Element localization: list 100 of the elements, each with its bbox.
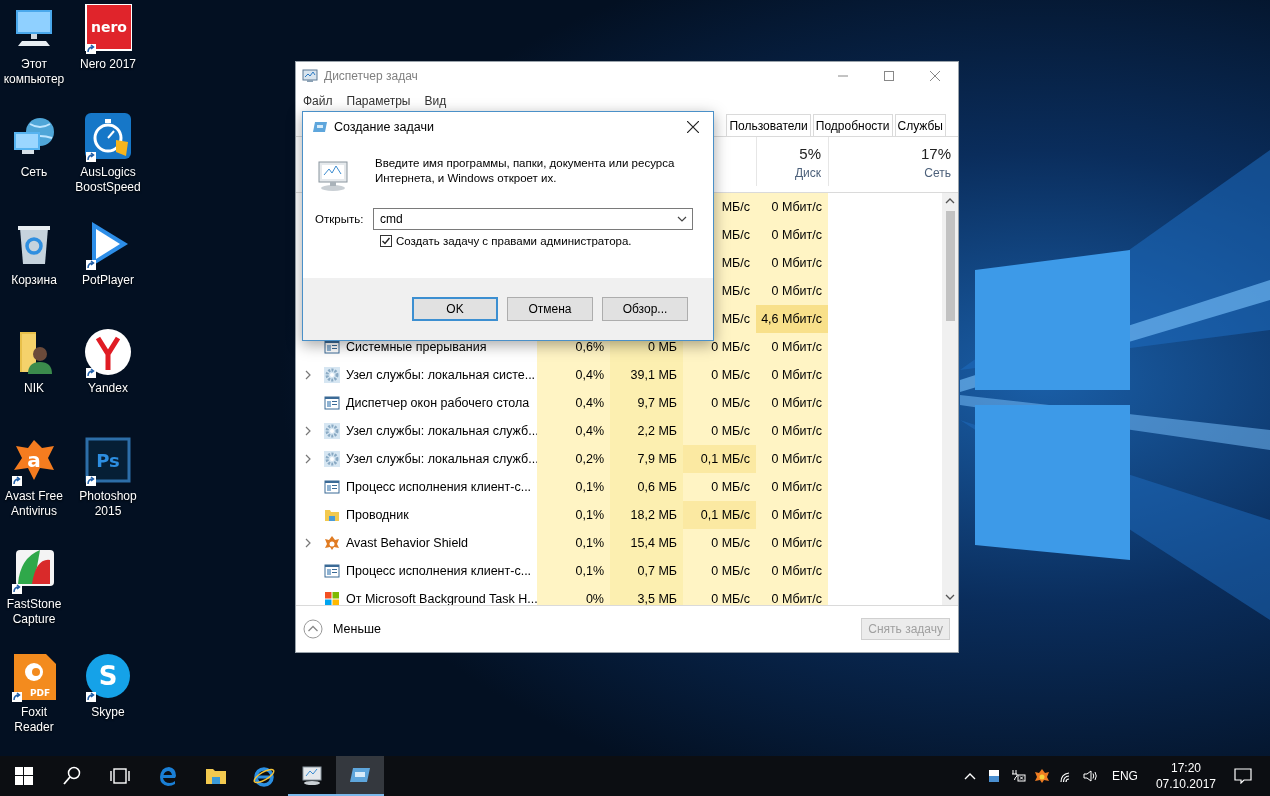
shortcut-arrow-icon <box>86 152 96 162</box>
tab[interactable]: Службы <box>894 114 946 136</box>
network-value: 0 Мбит/с <box>771 228 822 242</box>
desktop-icon-label[interactable]: FastStone Capture <box>0 597 68 627</box>
desktop-icon-label[interactable]: Photoshop 2015 <box>72 489 144 519</box>
desktop-icon-label[interactable]: Avast Free Antivirus <box>0 489 68 519</box>
ok-button[interactable]: OK <box>412 297 498 321</box>
desktop-icon-label[interactable]: Сеть <box>20 165 48 180</box>
maximize-icon[interactable] <box>884 71 894 81</box>
monitor-icon <box>302 69 318 83</box>
window-icon <box>324 563 340 579</box>
run-window-icon <box>312 121 328 133</box>
gear-icon <box>324 423 340 439</box>
cpu-value: 0,6% <box>575 340 604 354</box>
cpu-value: 0,1% <box>575 480 604 494</box>
memory-value: 9,7 МБ <box>637 396 677 410</box>
gear-icon <box>324 451 340 467</box>
shortcut-arrow-icon <box>86 44 96 54</box>
process-name[interactable]: Проводник <box>346 508 409 522</box>
network-value: 0 Мбит/с <box>771 284 822 298</box>
network-value: 4,6 Мбит/с <box>761 312 822 326</box>
disk-value: 0,1 МБ/с <box>700 508 750 522</box>
tiles-icon <box>324 591 340 605</box>
menu-item[interactable]: Параметры <box>346 94 411 108</box>
shortcut-arrow-icon <box>86 368 96 378</box>
memory-value: 7,9 МБ <box>637 452 677 466</box>
windows-logo-icon[interactable] <box>12 764 36 788</box>
cancel-button[interactable]: Отмена <box>507 297 593 321</box>
process-name[interactable]: От Microsoft Background Task H... <box>346 592 537 605</box>
memory-value: 18,2 МБ <box>630 508 677 522</box>
scroll-down-icon[interactable] <box>945 594 955 600</box>
checkbox[interactable] <box>380 235 392 247</box>
process-name[interactable]: Процесс исполнения клиент-с... <box>346 480 532 494</box>
network-value: 0 Мбит/с <box>771 368 822 382</box>
taskbar-button[interactable] <box>336 756 384 796</box>
scrollbar[interactable] <box>942 193 958 605</box>
scrollbar-thumb[interactable] <box>945 211 955 321</box>
memory-value: 0,6 МБ <box>637 480 677 494</box>
desktop-icon-label[interactable]: Этот компьютер <box>0 57 68 87</box>
process-name[interactable]: Диспетчер окон рабочего стола <box>346 396 530 410</box>
disk-value: МБ/с <box>721 256 750 270</box>
process-name[interactable]: Узел службы: локальная служб... <box>346 452 537 466</box>
column-label: Сеть <box>924 166 951 180</box>
checkbox-label[interactable]: Создать задачу с правами администратора. <box>396 235 632 247</box>
plug-icon[interactable] <box>1009 768 1026 784</box>
shortcut-arrow-icon <box>12 692 22 702</box>
cpu-value: 0,1% <box>575 536 604 550</box>
process-name[interactable]: Avast Behavior Shield <box>346 536 469 550</box>
speaker-icon[interactable] <box>1081 768 1098 784</box>
desktop-icon-label[interactable]: PotPlayer <box>82 273 134 288</box>
desktop-icon-label[interactable]: Foxit Reader <box>0 705 68 735</box>
dropdown-caret-icon[interactable] <box>677 216 687 222</box>
desktop-icon-label[interactable]: AusLogics BoostSpeed <box>72 165 144 195</box>
memory-value: 39,1 МБ <box>630 368 677 382</box>
avast-icon <box>324 535 340 551</box>
memory-value: 15,4 МБ <box>630 536 677 550</box>
desktop-icon-label[interactable]: NIK <box>24 381 44 396</box>
browser-icon[interactable] <box>252 764 276 788</box>
disk-value: 0 МБ/с <box>711 480 750 494</box>
column-label: Диск <box>794 166 821 180</box>
network-value: 0 Мбит/с <box>771 564 822 578</box>
clock[interactable]: 17:20 07.10.2017 <box>1155 760 1216 792</box>
language-indicator[interactable]: ENG <box>1111 769 1138 783</box>
folder-icon <box>324 507 340 523</box>
desktop-icon-label[interactable]: Skype <box>91 705 125 720</box>
column-header[interactable]: 17% Сеть <box>828 137 958 186</box>
desktop-icon-label[interactable]: Yandex <box>88 381 128 396</box>
nero-icon[interactable]: nero <box>84 4 132 52</box>
computer-icon <box>315 160 351 192</box>
menu-item[interactable]: Вид <box>424 94 447 108</box>
close-icon[interactable] <box>687 121 699 133</box>
column-header[interactable]: 5% Диск <box>756 137 828 186</box>
open-field[interactable]: cmd <box>373 208 693 230</box>
process-name[interactable]: Узел службы: локальная служб... <box>346 424 537 438</box>
memory-value: 2,2 МБ <box>637 424 677 438</box>
shortcut-arrow-icon <box>86 692 96 702</box>
menu-item[interactable]: Файл <box>303 94 333 108</box>
photoshop-icon[interactable]: Ps <box>84 436 132 484</box>
network-value: 0 Мбит/с <box>771 424 822 438</box>
tab[interactable]: Подробности <box>812 114 893 136</box>
notification-icon[interactable] <box>1234 768 1252 784</box>
scroll-up-icon[interactable] <box>945 198 955 204</box>
monitor-icon[interactable] <box>300 763 324 787</box>
avast-icon[interactable] <box>1033 768 1050 784</box>
tab[interactable]: Пользователи <box>726 114 811 136</box>
yandex-icon[interactable] <box>84 328 132 376</box>
gear-icon <box>324 367 340 383</box>
process-name[interactable]: Системные прерывания <box>346 340 487 354</box>
disk-value: 0 МБ/с <box>711 564 750 578</box>
cpu-value: 0% <box>585 592 604 605</box>
fewer-details-link[interactable]: Меньше <box>333 622 381 636</box>
network-value: 0 Мбит/с <box>771 452 822 466</box>
desktop-icon-label[interactable]: Nero 2017 <box>79 57 136 72</box>
shortcut-arrow-icon <box>86 476 96 486</box>
memory-value: 0 МБ <box>647 340 677 354</box>
stopwatch-icon[interactable] <box>84 112 132 160</box>
browse-button[interactable]: Обзор... <box>602 297 688 321</box>
process-name[interactable]: Узел службы: локальная систе... <box>346 368 536 382</box>
process-name[interactable]: Процесс исполнения клиент-с... <box>346 564 532 578</box>
desktop-icon-label[interactable]: Корзина <box>11 273 57 288</box>
